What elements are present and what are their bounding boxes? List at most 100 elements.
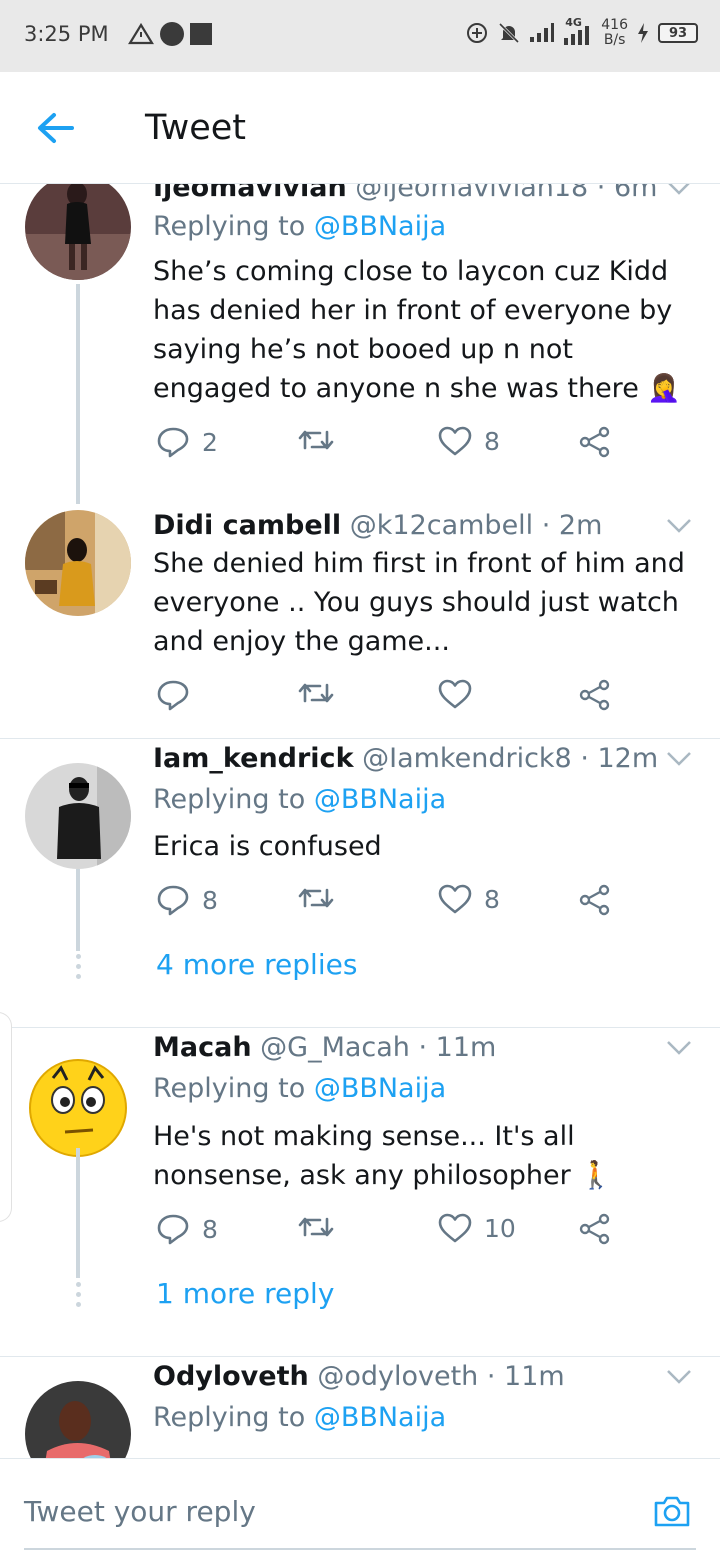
reply-action[interactable]: 8 — [156, 1213, 218, 1245]
share-action[interactable] — [579, 1213, 611, 1245]
tweet-actions: 8 10 — [153, 1213, 623, 1253]
like-action[interactable] — [438, 679, 484, 709]
network-speed: 416 B/s — [601, 18, 628, 48]
chevron-down-icon[interactable] — [666, 1040, 692, 1056]
chevron-down-icon[interactable] — [666, 1369, 692, 1385]
author-handle: @Iamkendrick8 · 12m — [362, 743, 659, 774]
reply-icon — [157, 885, 189, 916]
mention-link[interactable]: @BBNaija — [314, 1073, 446, 1104]
share-action[interactable] — [579, 679, 611, 711]
tweet-reply[interactable]: Odyloveth @odyloveth · 11m Replying to @… — [0, 1357, 720, 1458]
retweet-icon — [298, 1217, 334, 1237]
charging-bolt-icon — [638, 23, 648, 43]
reply-count: 2 — [202, 427, 218, 457]
mention-link[interactable]: @BBNaija — [314, 211, 446, 242]
mention-link[interactable]: @BBNaija — [314, 784, 446, 815]
camera-icon[interactable] — [652, 1491, 692, 1531]
thread-line — [76, 1148, 80, 1278]
tweet-meta: Macah @G_Macah · 11m — [153, 1032, 496, 1063]
reply-input[interactable]: Tweet your reply — [24, 1495, 256, 1528]
tweet-actions: 8 8 — [153, 884, 623, 924]
heart-icon — [438, 884, 472, 914]
signal-4g-indicator: 4G — [563, 16, 593, 46]
tweet-text: Erica is confused — [153, 831, 382, 862]
retweet-action[interactable] — [298, 1213, 346, 1241]
signal-4g-icon — [564, 26, 590, 45]
replying-to: Replying to @BBNaija — [153, 1073, 446, 1104]
author-handle: @odyloveth · 11m — [317, 1361, 565, 1392]
status-system-icons: 4G 416 B/s 93 — [465, 16, 698, 48]
chevron-down-icon[interactable] — [666, 184, 692, 196]
tweet-meta: Odyloveth @odyloveth · 11m — [153, 1361, 565, 1392]
replying-to-label: Replying to — [153, 1402, 306, 1433]
reply-icon — [157, 680, 189, 711]
chevron-down-icon[interactable] — [666, 751, 692, 767]
author-name[interactable]: Iam_kendrick — [153, 743, 354, 774]
thread-line — [76, 869, 80, 951]
share-action[interactable] — [579, 426, 611, 458]
tweet-meta: Iam_kendrick @Iamkendrick8 · 12m — [153, 743, 658, 774]
like-action[interactable]: 8 — [438, 426, 500, 456]
tweet-reply[interactable]: Iam_kendrick @Iamkendrick8 · 12m Replyin… — [0, 739, 720, 1027]
replying-to: Replying to @BBNaija — [153, 211, 446, 242]
heart-icon — [438, 426, 472, 456]
reply-action[interactable]: 2 — [156, 426, 218, 458]
retweet-action[interactable] — [298, 426, 346, 454]
replying-to: Replying to @BBNaija — [153, 784, 446, 815]
reply-action[interactable]: 8 — [156, 884, 218, 916]
tweet-text: He's not making sense... It's all nonsen… — [153, 1121, 613, 1191]
network-speed-value: 416 — [601, 17, 628, 33]
author-name[interactable]: Odyloveth — [153, 1361, 309, 1392]
share-icon — [579, 426, 610, 458]
retweet-action[interactable] — [298, 884, 346, 912]
thread-dots — [74, 1282, 82, 1312]
mute-bell-icon — [499, 22, 520, 44]
chevron-down-icon[interactable] — [666, 518, 692, 534]
edge-panel-handle[interactable] — [0, 1012, 12, 1222]
tweet-reply[interactable]: Didi cambell @k12cambell · 2m She denied… — [0, 504, 720, 738]
avatar[interactable] — [25, 184, 131, 280]
warning-triangle-icon — [128, 23, 154, 45]
status-notification-icons — [128, 22, 212, 46]
tweet-text: She’s coming close to laycon cuz Kidd ha… — [153, 256, 682, 404]
battery-indicator: 93 — [658, 23, 698, 43]
more-replies-link[interactable]: 1 more reply — [156, 1277, 334, 1310]
tweet-reply[interactable]: Macah @G_Macah · 11m Replying to @BBNaij… — [0, 1028, 720, 1356]
tweet-actions — [153, 679, 623, 719]
tweet-meta: Ijeomavivian @ijeomavivian18 · 6m — [153, 184, 657, 203]
share-action[interactable] — [579, 884, 611, 916]
tweet-reply[interactable]: Ijeomavivian @ijeomavivian18 · 6m Replyi… — [0, 184, 720, 504]
author-name[interactable]: Macah — [153, 1032, 252, 1063]
like-action[interactable]: 10 — [438, 1213, 516, 1243]
like-action[interactable]: 8 — [438, 884, 500, 914]
avatar[interactable] — [25, 763, 131, 869]
reply-count: 8 — [202, 1214, 218, 1244]
app-header: Tweet — [0, 72, 720, 184]
reply-icon — [157, 427, 189, 458]
replying-to-label: Replying to — [153, 211, 306, 242]
retweet-icon — [298, 888, 334, 908]
network-speed-unit: B/s — [603, 32, 626, 48]
page-title: Tweet — [145, 108, 247, 148]
back-arrow-icon[interactable] — [34, 108, 78, 148]
replies-feed[interactable]: Ijeomavivian @ijeomavivian18 · 6m Replyi… — [0, 184, 720, 1458]
thread-line — [76, 284, 80, 504]
retweet-action[interactable] — [298, 679, 346, 707]
heart-icon — [438, 1213, 472, 1243]
mention-link[interactable]: @BBNaija — [314, 1402, 446, 1433]
avatar[interactable] — [25, 1052, 131, 1158]
input-underline — [24, 1548, 696, 1550]
signal-icon — [530, 23, 555, 42]
retweet-icon — [298, 683, 334, 703]
like-count: 10 — [484, 1213, 516, 1243]
author-name[interactable]: Didi cambell — [153, 510, 341, 541]
reply-action[interactable] — [156, 679, 202, 711]
author-name[interactable]: Ijeomavivian — [153, 184, 347, 203]
retweet-icon — [298, 430, 334, 450]
reply-count: 8 — [202, 885, 218, 915]
status-bar: 3:25 PM 4G 416 B/s 93 — [0, 0, 720, 72]
avatar[interactable] — [25, 510, 131, 616]
like-count: 8 — [484, 884, 500, 914]
more-replies-link[interactable]: 4 more replies — [156, 948, 357, 981]
avatar[interactable] — [25, 1381, 131, 1458]
